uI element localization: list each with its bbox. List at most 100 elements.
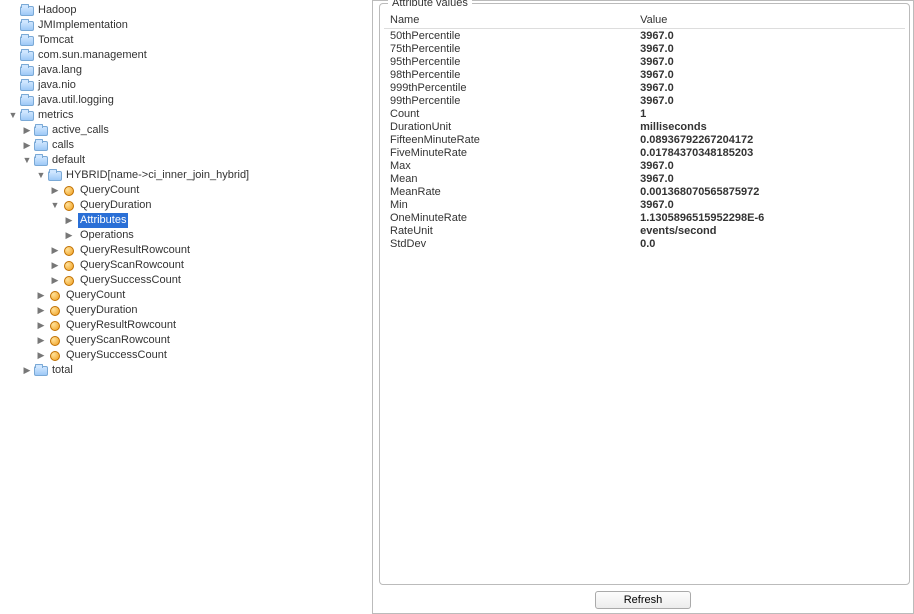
tree-item-label[interactable]: QueryResultRowcount — [78, 243, 192, 258]
tree-item[interactable]: ▶ QueryScanRowcount — [36, 333, 372, 348]
attribute-row[interactable]: 98thPercentile3967.0 — [384, 68, 905, 81]
tree-item[interactable]: ▶Hadoop — [8, 3, 372, 18]
attribute-value: 0.0 — [634, 237, 905, 250]
tree-item-label[interactable]: QueryScanRowcount — [78, 258, 186, 273]
expand-toggle[interactable]: ▶ — [36, 321, 46, 331]
attribute-row[interactable]: StdDev0.0 — [384, 237, 905, 250]
col-name[interactable]: Name — [384, 12, 634, 29]
tree-item-label[interactable]: default — [50, 153, 87, 168]
expand-toggle[interactable]: ▶ — [36, 291, 46, 301]
col-value[interactable]: Value — [634, 12, 905, 29]
tree-item[interactable]: ▶ QuerySuccessCount — [36, 348, 372, 363]
tree-item[interactable]: ▶ QueryResultRowcount — [50, 243, 372, 258]
attribute-row[interactable]: RateUnitevents/second — [384, 224, 905, 237]
tree-item[interactable]: ▶ Operations — [64, 228, 372, 243]
tree-item-label[interactable]: Hadoop — [36, 3, 79, 18]
tree-item[interactable]: ▶Tomcat — [8, 33, 372, 48]
attribute-row[interactable]: 50thPercentile3967.0 — [384, 29, 905, 43]
folder-icon — [20, 81, 34, 91]
tree-item-label[interactable]: metrics — [36, 108, 75, 123]
tree-item-label[interactable]: HYBRID[name->ci_inner_join_hybrid] — [64, 168, 251, 183]
attribute-row[interactable]: Min3967.0 — [384, 198, 905, 211]
tree-item[interactable]: ▼ metrics — [8, 108, 372, 123]
tree-item-label[interactable]: QueryCount — [78, 183, 141, 198]
expand-toggle[interactable]: ▶ — [36, 351, 46, 361]
tree-item-label[interactable]: java.lang — [36, 63, 84, 78]
tree-item[interactable]: ▶ QuerySuccessCount — [50, 273, 372, 288]
tree-item-label[interactable]: total — [50, 363, 75, 378]
expand-toggle[interactable]: ▶ — [50, 261, 60, 271]
tree-item-label[interactable]: QueryResultRowcount — [64, 318, 178, 333]
tree-item-label[interactable]: QueryScanRowcount — [64, 333, 172, 348]
folder-icon — [48, 171, 62, 181]
tree-item-label[interactable]: QuerySuccessCount — [78, 273, 183, 288]
expand-toggle[interactable]: ▶ — [50, 186, 60, 196]
attribute-value: 3967.0 — [634, 68, 905, 81]
attribute-row[interactable]: 75thPercentile3967.0 — [384, 42, 905, 55]
tree-item[interactable]: ▶ calls — [22, 138, 372, 153]
expand-toggle[interactable]: ▶ — [64, 231, 74, 241]
tree-item-label[interactable]: Tomcat — [36, 33, 75, 48]
tree-item[interactable]: ▶ QueryDuration — [36, 303, 372, 318]
bean-icon — [48, 305, 62, 317]
tree-item[interactable]: ▶ Attributes — [64, 213, 372, 228]
tree-item-label[interactable]: java.util.logging — [36, 93, 116, 108]
tree-item-label[interactable]: QueryDuration — [64, 303, 140, 318]
tree-item[interactable]: ▶java.nio — [8, 78, 372, 93]
attribute-row[interactable]: FiveMinuteRate0.01784370348185203 — [384, 146, 905, 159]
tree-item-label[interactable]: active_calls — [50, 123, 111, 138]
attribute-row[interactable]: 95thPercentile3967.0 — [384, 55, 905, 68]
expand-toggle[interactable]: ▶ — [36, 306, 46, 316]
tree-item-label[interactable]: calls — [50, 138, 76, 153]
tree-item[interactable]: ▶ active_calls — [22, 123, 372, 138]
attribute-row[interactable]: 99thPercentile3967.0 — [384, 94, 905, 107]
attribute-row[interactable]: 999thPercentile3967.0 — [384, 81, 905, 94]
tree-item-label[interactable]: JMImplementation — [36, 18, 130, 33]
attribute-row[interactable]: OneMinuteRate1.1305896515952298E-6 — [384, 211, 905, 224]
expand-toggle[interactable]: ▶ — [50, 246, 60, 256]
attribute-row[interactable]: Max3967.0 — [384, 159, 905, 172]
expand-toggle[interactable]: ▶ — [22, 126, 32, 136]
expand-toggle[interactable]: ▶ — [22, 366, 32, 376]
attribute-row[interactable]: Mean3967.0 — [384, 172, 905, 185]
tree-item[interactable]: ▼ default — [22, 153, 372, 168]
attribute-row[interactable]: MeanRate0.001368070565875972 — [384, 185, 905, 198]
tree-item[interactable]: ▶JMImplementation — [8, 18, 372, 33]
attribute-value: events/second — [634, 224, 905, 237]
attribute-value: 0.001368070565875972 — [634, 185, 905, 198]
tree-item-label[interactable]: Operations — [78, 228, 136, 243]
attribute-row[interactable]: Count1 — [384, 107, 905, 120]
tree-item-label[interactable]: QueryDuration — [78, 198, 154, 213]
mbean-tree-panel[interactable]: ▶Hadoop▶JMImplementation▶Tomcat▶com.sun.… — [0, 0, 373, 614]
tree-item[interactable]: ▶ QueryCount — [36, 288, 372, 303]
collapse-toggle[interactable]: ▼ — [22, 156, 32, 166]
expand-toggle[interactable]: ▶ — [36, 336, 46, 346]
tree-item-label[interactable]: QueryCount — [64, 288, 127, 303]
refresh-button[interactable]: Refresh — [595, 591, 692, 609]
bean-icon — [62, 200, 76, 212]
collapse-toggle[interactable]: ▼ — [36, 171, 46, 181]
tree-item[interactable]: ▼ QueryDuration — [50, 198, 372, 213]
attribute-row[interactable]: DurationUnitmilliseconds — [384, 120, 905, 133]
collapse-toggle[interactable]: ▼ — [50, 201, 60, 211]
tree-item-label[interactable]: QuerySuccessCount — [64, 348, 169, 363]
collapse-toggle[interactable]: ▼ — [8, 111, 18, 121]
tree-item[interactable]: ▼ HYBRID[name->ci_inner_join_hybrid] — [36, 168, 372, 183]
tree-item[interactable]: ▶com.sun.management — [8, 48, 372, 63]
tree-item[interactable]: ▶ total — [22, 363, 372, 378]
expand-toggle[interactable]: ▶ — [50, 276, 60, 286]
tree-item-label[interactable]: Attributes — [78, 213, 128, 228]
attribute-name: 999thPercentile — [384, 81, 634, 94]
tree-item-label[interactable]: com.sun.management — [36, 48, 149, 63]
tree-item[interactable]: ▶ QueryCount — [50, 183, 372, 198]
tree-item[interactable]: ▶ QueryResultRowcount — [36, 318, 372, 333]
expand-toggle[interactable]: ▶ — [22, 141, 32, 151]
tree-item[interactable]: ▶java.util.logging — [8, 93, 372, 108]
tree-item[interactable]: ▶java.lang — [8, 63, 372, 78]
attribute-row[interactable]: FifteenMinuteRate0.08936792267204172 — [384, 133, 905, 146]
expand-toggle[interactable]: ▶ — [64, 216, 74, 226]
tree-item-label[interactable]: java.nio — [36, 78, 78, 93]
tree-item[interactable]: ▶ QueryScanRowcount — [50, 258, 372, 273]
attribute-table-scroll[interactable]: Name Value 50thPercentile3967.075thPerce… — [384, 12, 905, 580]
bean-icon — [62, 260, 76, 272]
